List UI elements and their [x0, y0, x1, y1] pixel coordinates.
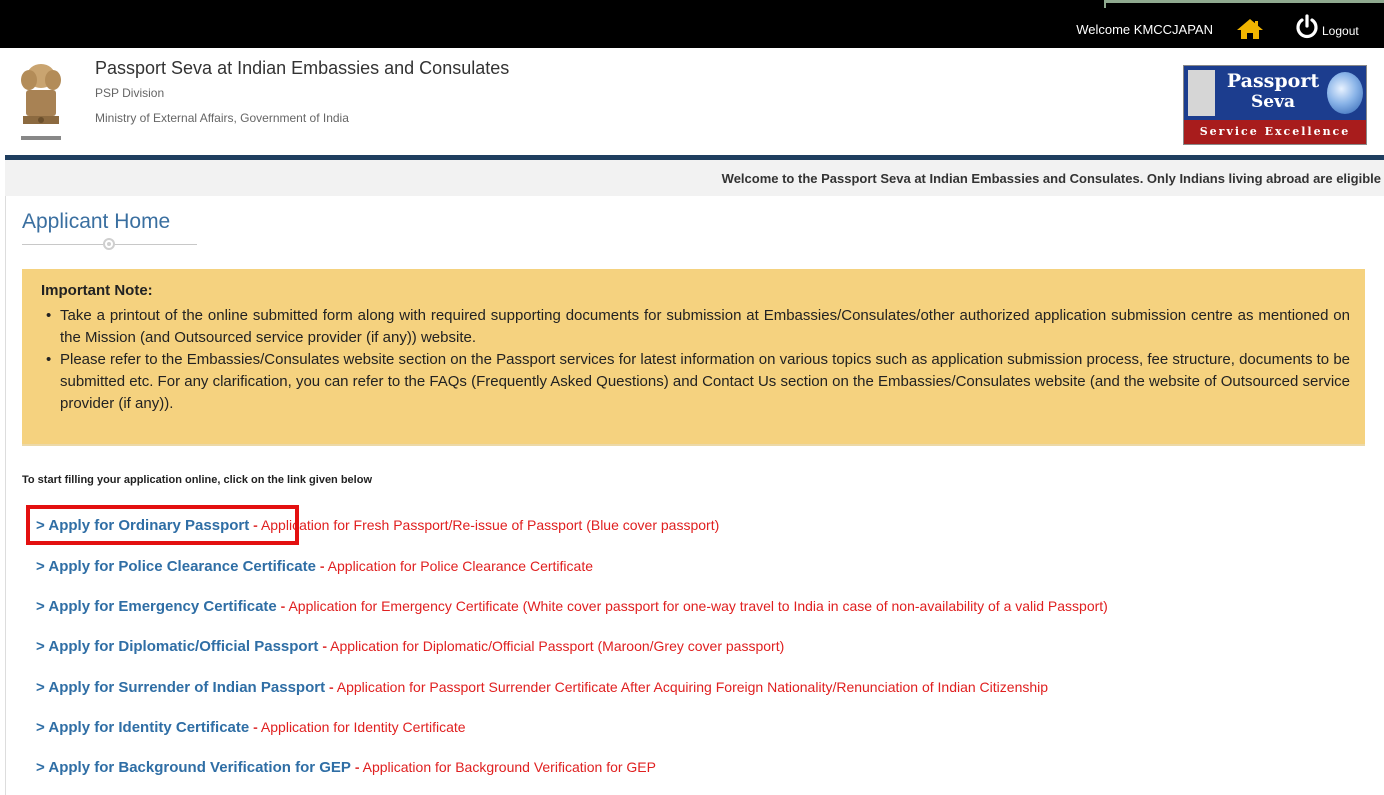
link-row-identity-certificate: > Apply for Identity Certificate - Appli… — [36, 719, 466, 736]
apply-emergency-certificate-link[interactable]: > Apply for Emergency Certificate — [36, 598, 277, 615]
note-item: Take a printout of the online submitted … — [46, 305, 1350, 349]
marquee-text: Welcome to the Passport Seva at Indian E… — [721, 171, 1381, 186]
link-row-surrender-passport: > Apply for Surrender of Indian Passport… — [36, 679, 1048, 696]
link-description: Application for Police Clearance Certifi… — [327, 558, 594, 574]
left-border — [5, 196, 6, 795]
globe-icon — [1327, 72, 1363, 114]
page-title: Applicant Home — [22, 210, 171, 233]
apply-background-verification-link[interactable]: > Apply for Background Verification for … — [36, 759, 351, 776]
welcome-text: Welcome KMCCJAPAN — [1076, 22, 1213, 37]
link-separator: - — [328, 679, 334, 695]
link-separator: - — [319, 558, 325, 574]
note-heading: Important Note: — [41, 282, 153, 299]
apply-police-clearance-link[interactable]: > Apply for Police Clearance Certificate — [36, 558, 316, 575]
corner-accent-line — [1104, 0, 1106, 8]
site-subtitle-ministry: Ministry of External Affairs, Government… — [95, 111, 349, 125]
site-subtitle-division: PSP Division — [95, 86, 165, 100]
logo-tagline: Service Excellence — [1184, 120, 1366, 144]
link-separator: - — [253, 719, 258, 735]
title-ornament-icon — [101, 236, 117, 257]
link-row-background-verification: > Apply for Background Verification for … — [36, 759, 656, 776]
link-row-diplomatic-passport: > Apply for Diplomatic/Official Passport… — [36, 638, 784, 655]
link-description: Application for Diplomatic/Official Pass… — [330, 638, 785, 654]
important-note: Important Note: Take a printout of the o… — [22, 269, 1365, 446]
link-description: Application for Emergency Certificate (W… — [288, 598, 1108, 614]
note-item: Please refer to the Embassies/Consulates… — [46, 349, 1350, 415]
national-emblem-logo — [17, 58, 65, 148]
link-separator: - — [253, 517, 258, 533]
link-separator: - — [280, 598, 286, 614]
link-description: Application for Identity Certificate — [260, 719, 466, 735]
site-header: Passport Seva at Indian Embassies and Co… — [0, 48, 1384, 156]
link-row-emergency-certificate: > Apply for Emergency Certificate - Appl… — [36, 598, 1108, 615]
apply-ordinary-passport-link[interactable]: > Apply for Ordinary Passport — [36, 517, 249, 534]
apply-diplomatic-passport-link[interactable]: > Apply for Diplomatic/Official Passport — [36, 638, 318, 655]
apply-surrender-passport-link[interactable]: > Apply for Surrender of Indian Passport — [36, 679, 325, 696]
logout-link[interactable]: Logout — [1322, 24, 1359, 38]
link-separator: - — [354, 759, 360, 775]
welcome-marquee: Welcome to the Passport Seva at Indian E… — [5, 160, 1384, 196]
apply-identity-certificate-link[interactable]: > Apply for Identity Certificate — [36, 719, 249, 736]
site-title: Passport Seva at Indian Embassies and Co… — [95, 58, 510, 78]
link-description: Application for Background Verification … — [362, 759, 656, 775]
top-bar: Welcome KMCCJAPAN Logout — [0, 0, 1384, 48]
home-icon[interactable] — [1236, 18, 1264, 45]
instructions-text: To start filling your application online… — [22, 474, 373, 486]
logo-emblem-icon — [1188, 70, 1215, 116]
power-icon[interactable] — [1294, 13, 1320, 44]
link-row-ordinary-passport: > Apply for Ordinary Passport - Applicat… — [36, 517, 719, 534]
corner-accent — [1104, 0, 1384, 3]
logo-word-passport: Passport — [1226, 70, 1320, 92]
link-description: Application for Fresh Passport/Re-issue … — [260, 517, 720, 533]
link-separator: - — [322, 638, 327, 654]
link-description: Application for Passport Surrender Certi… — [336, 679, 1049, 695]
passport-seva-logo: Passport Seva Service Excellence — [1183, 65, 1367, 145]
link-row-police-clearance: > Apply for Police Clearance Certificate… — [36, 558, 593, 575]
logo-word-seva: Seva — [1251, 92, 1295, 112]
